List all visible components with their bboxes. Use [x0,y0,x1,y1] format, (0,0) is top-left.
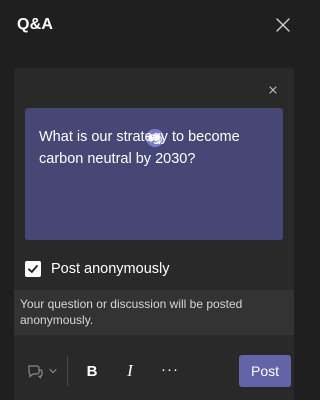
checkbox-checked-icon[interactable] [25,261,41,277]
post-button[interactable]: Post [239,355,291,387]
italic-button[interactable]: I [120,361,140,381]
toolbar-divider [67,356,68,386]
post-anonymously-label: Post anonymously [51,261,170,277]
question-composer: ? What is our strategy to become carbon … [14,68,294,400]
chevron-down-icon [49,368,57,374]
question-text: What is our strategy to become carbon ne… [39,129,240,167]
compose-toolbar: B I ··· Post [14,342,294,400]
anonymous-info-message: Your question or discussion will be post… [14,290,294,335]
panel-title: Q&A [17,16,54,33]
more-options-button[interactable]: ··· [158,359,182,379]
panel-header: Q&A [0,0,308,50]
chat-bubble-icon [28,365,43,379]
close-icon[interactable] [274,16,292,34]
post-anonymously-checkbox[interactable]: Post anonymously [25,258,169,280]
bold-button[interactable]: B [82,361,102,381]
question-input[interactable]: ? What is our strategy to become carbon … [25,108,283,240]
dismiss-icon[interactable] [268,82,278,94]
reaction-picker-button[interactable] [22,361,62,381]
